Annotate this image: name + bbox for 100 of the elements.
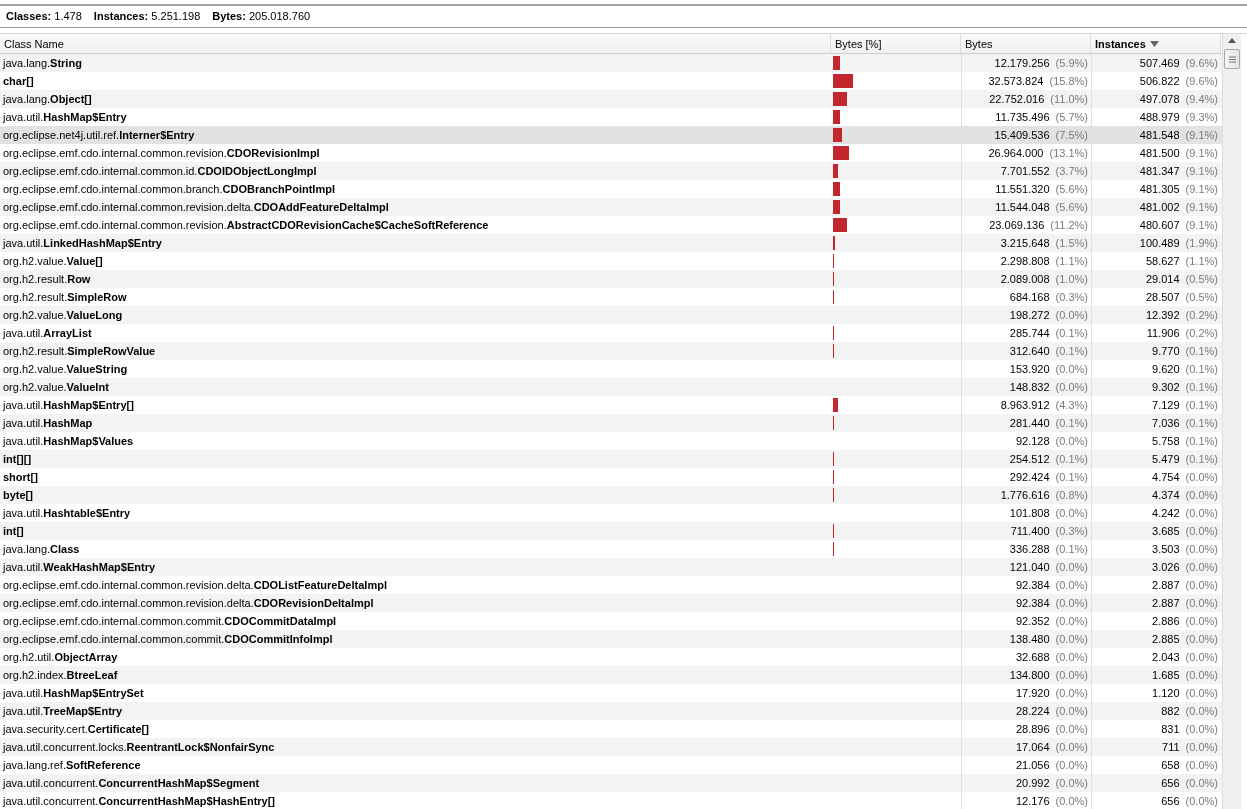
percentage-text: (1.1%) [1185,255,1218,267]
scroll-up-arrow-icon[interactable] [1228,38,1236,43]
table-cell: 497.078 [1139,93,1180,105]
percentage-text: (0.0%) [1185,777,1218,789]
table-cell: 285.744 [1009,327,1050,339]
percentage-text: (0.1%) [1055,327,1088,339]
class-name-cell: java.util.Hashtable$Entry [3,507,131,519]
class-name-cell: java.util.HashMap$Entry [3,111,127,123]
table-row[interactable]: org.eclipse.emf.cdo.internal.common.id.CDOIDObjectLongImpl 7.701.552 (3.7%) 481.347 (9.1%) [0,162,1222,180]
table-cell: 7.036 [1152,417,1180,429]
table-cell: 28.896 [1015,723,1050,735]
table-cell: 92.384 [1015,597,1050,609]
class-name-cell: java.security.cert.Certificate[] [3,723,149,735]
table-row[interactable]: byte[] 1.776.616 (0.8%) 4.374 (0.0%) [0,486,1222,504]
scrollbar-thumb[interactable] [1224,49,1240,69]
table-row[interactable]: org.eclipse.emf.cdo.internal.common.revision.delta.CDOAddFeatureDeltaImpl 11.544.048 (5.6%) 481.002 (9.1%) [0,198,1222,216]
table-cell: 3.026 [1152,561,1180,573]
percentage-text: (9.1%) [1185,147,1218,159]
percentage-text: (0.0%) [1055,363,1088,375]
table-row[interactable]: org.h2.value.ValueLong 198.272 (0.0%) 12.392 (0.2%) [0,306,1222,324]
class-name-cell: byte[] [3,489,33,501]
class-name-cell: short[] [3,471,38,483]
table-cell: 15.409.536 [994,129,1050,141]
column-header[interactable]: Class Name [0,34,831,53]
class-name-cell: java.lang.String [3,57,82,69]
table-cell: 684.168 [1009,291,1050,303]
class-name-cell: org.h2.result.SimpleRowValue [3,345,156,357]
table-row[interactable]: java.util.concurrent.locks.ReentrantLock$NonfairSync 17.064 (0.0%) 711 (0.0%) [0,738,1222,756]
percentage-text: (11.2%) [1050,219,1088,231]
table-row[interactable]: java.util.LinkedHashMap$Entry 3.215.648 (1.5%) 100.489 (1.9%) [0,234,1222,252]
table-row[interactable]: int[][] 254.512 (0.1%) 5.479 (0.1%) [0,450,1222,468]
percentage-text: (0.0%) [1055,309,1088,321]
table-row[interactable]: java.util.WeakHashMap$Entry 121.040 (0.0%) 3.026 (0.0%) [0,558,1222,576]
table-row[interactable]: java.lang.Object[] 22.752.016 (11.0%) 497.078 (9.4%) [0,90,1222,108]
percentage-text: (0.0%) [1055,723,1088,735]
table-row[interactable]: int[] 711.400 (0.3%) 3.685 (0.0%) [0,522,1222,540]
percentage-text: (0.5%) [1185,273,1218,285]
table-row[interactable]: java.util.concurrent.ConcurrentHashMap$Segment 20.992 (0.0%) 656 (0.0%) [0,774,1222,792]
percentage-text: (0.2%) [1185,309,1218,321]
percentage-text: (0.0%) [1185,651,1218,663]
percentage-text: (0.0%) [1055,381,1088,393]
table-cell: 100.489 [1139,237,1180,249]
percentage-text: (0.0%) [1185,489,1218,501]
selected-table-row[interactable]: org.eclipse.net4j.util.ref.Interner$Entry 15.409.536 (7.5%) 481.548 (9.1%) [0,126,1222,144]
class-name-cell: org.eclipse.net4j.util.ref.Interner$Entry [3,129,195,141]
table-cell: 254.512 [1009,453,1050,465]
percentage-text: (0.3%) [1055,291,1088,303]
class-name-cell: java.lang.Object[] [3,93,92,105]
percentage-text: (0.1%) [1185,363,1218,375]
percentage-text: (7.5%) [1055,129,1088,141]
column-header[interactable]: Bytes [961,34,1091,53]
table-row[interactable]: java.util.TreeMap$Entry 28.224 (0.0%) 882 (0.0%) [0,702,1222,720]
percentage-text: (0.0%) [1055,795,1088,807]
table-cell: 2.887 [1152,579,1180,591]
class-name-cell: java.util.HashMap$Values [3,435,134,447]
table-row[interactable]: java.util.HashMap 281.440 (0.1%) 7.036 (0.1%) [0,414,1222,432]
table-cell: 28.224 [1015,705,1050,717]
column-header[interactable]: Instances [1091,34,1221,53]
percentage-text: (0.0%) [1055,633,1088,645]
bytes-bar [833,182,840,196]
table-row[interactable]: org.h2.value.ValueInt 148.832 (0.0%) 9.302 (0.1%) [0,378,1222,396]
class-name-cell: char[] [3,75,34,87]
bytes-bar [833,164,838,178]
percentage-text: (0.1%) [1055,471,1088,483]
percentage-text: (11.0%) [1050,93,1088,105]
table-cell: 121.040 [1009,561,1050,573]
table-cell: 11.551.320 [995,183,1050,195]
percentage-text: (0.0%) [1055,435,1088,447]
table-cell: 32.573.824 [988,75,1044,87]
class-name-cell: org.eclipse.emf.cdo.internal.common.revision.delta.CDOListFeatureDeltaImpl [3,579,387,591]
table-cell: 17.920 [1015,687,1050,699]
class-name-cell: int[][] [3,453,32,465]
table-cell: 488.979 [1139,111,1180,123]
bytes-bar [833,74,853,88]
table-row[interactable]: org.eclipse.emf.cdo.internal.common.revision.delta.CDORevisionDeltaImpl 92.384 (0.0%) 2.887 (0.0%) [0,594,1222,612]
table-cell: 2.089.008 [1000,273,1050,285]
table-row[interactable]: org.eclipse.emf.cdo.internal.common.commit.CDOCommitInfoImpl 138.480 (0.0%) 2.885 (0.0%) [0,630,1222,648]
table-cell: 9.770 [1152,345,1180,357]
bytes-bar [833,56,841,70]
percentage-text: (0.1%) [1185,417,1218,429]
table-cell: 23.069.136 [989,219,1045,231]
table-row[interactable]: org.h2.index.BtreeLeaf 134.800 (0.0%) 1.685 (0.0%) [0,666,1222,684]
summary-stat: Bytes: 205.018.760 [212,10,311,22]
vertical-scrollbar[interactable] [1222,34,1241,809]
percentage-text: (0.0%) [1185,543,1218,555]
sort-descending-icon [1149,40,1159,47]
class-name-cell: org.eclipse.emf.cdo.internal.common.id.CDOIDObjectLongImpl [3,165,317,177]
table-cell: 656 [1161,777,1180,789]
table-row[interactable]: org.h2.result.Row 2.089.008 (1.0%) 29.014 (0.5%) [0,270,1222,288]
percentage-text: (9.1%) [1185,165,1218,177]
table-cell: 11.544.048 [995,201,1050,213]
table-cell: 12.392 [1145,309,1180,321]
table-row[interactable]: org.h2.result.SimpleRowValue 312.640 (0.1%) 9.770 (0.1%) [0,342,1222,360]
percentage-text: (9.3%) [1185,111,1218,123]
class-name-cell: java.lang.ref.SoftReference [3,759,141,771]
column-header[interactable]: Bytes [%] [831,34,961,53]
percentage-text: (5.6%) [1055,183,1088,195]
percentage-text: (0.0%) [1055,651,1088,663]
class-name-cell: org.h2.value.ValueString [3,363,128,375]
table-row[interactable]: java.lang.String 12.179.256 (5.9%) 507.469 (9.6%) [0,54,1222,72]
